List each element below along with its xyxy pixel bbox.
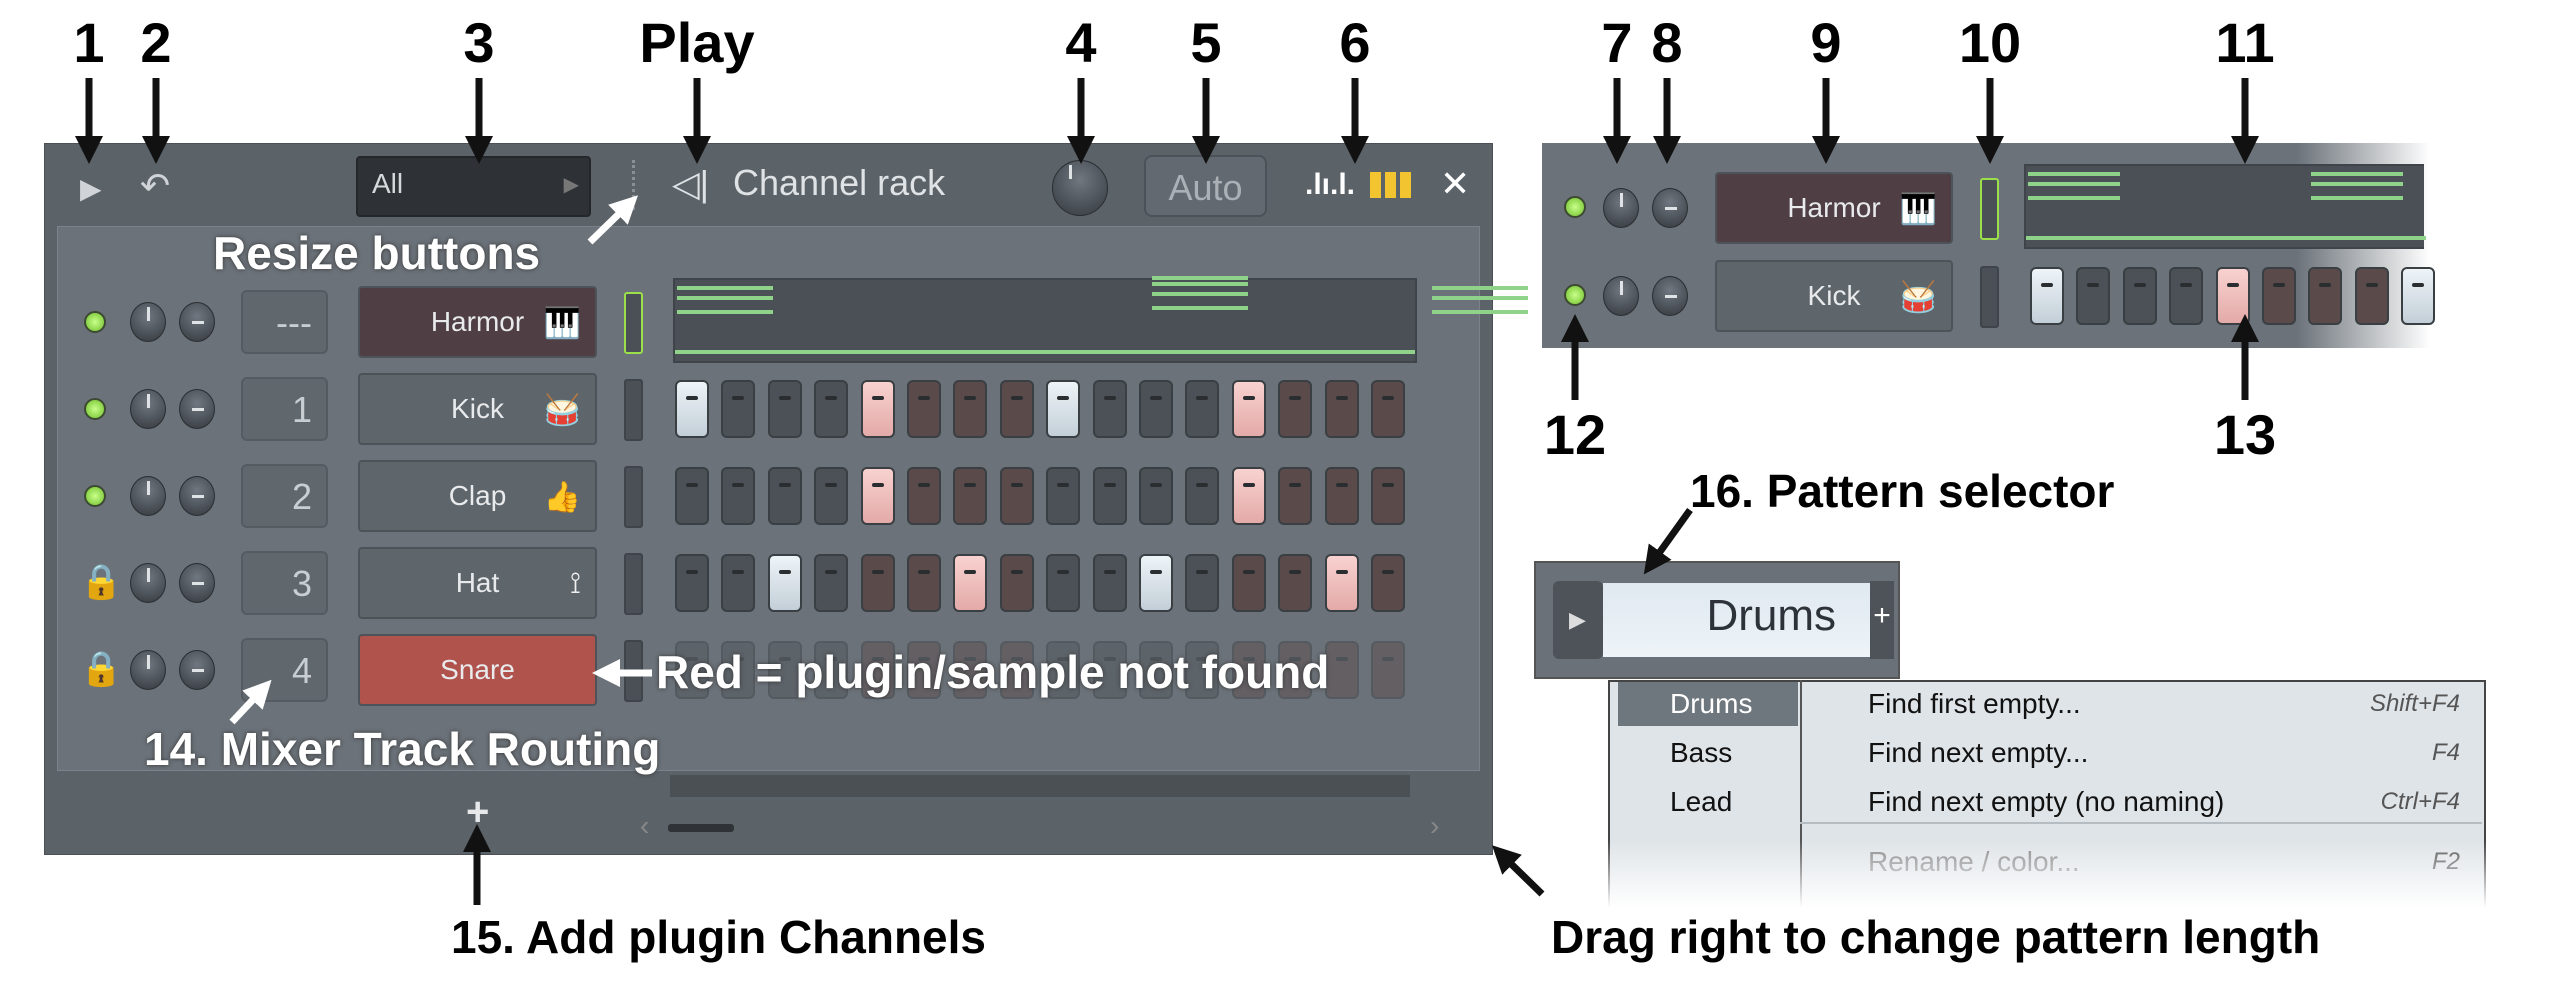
label-7: 7 xyxy=(1601,11,1633,74)
label-12: 12 xyxy=(1543,403,1607,466)
label-play: Play xyxy=(639,11,755,74)
label-8: 8 xyxy=(1651,11,1683,74)
add-channels-note: 15. Add plugin Channels xyxy=(451,911,986,963)
annotation-arrow xyxy=(587,195,639,245)
label-2: 2 xyxy=(140,11,172,74)
label-4: 4 xyxy=(1065,11,1097,74)
annotation-arrow xyxy=(1491,845,1545,897)
pattern-selector-note: 16. Pattern selector xyxy=(1690,465,2115,517)
pattern-length-note: Drag right to change pattern length xyxy=(1551,911,2321,963)
label-6: 6 xyxy=(1339,11,1371,74)
label-1: 1 xyxy=(73,11,105,74)
annotation-arrows xyxy=(75,78,2259,905)
label-9: 9 xyxy=(1810,11,1842,74)
label-3: 3 xyxy=(463,11,495,74)
label-13: 13 xyxy=(2213,403,2277,466)
label-5: 5 xyxy=(1190,11,1222,74)
label-11: 11 xyxy=(2215,11,2275,74)
label-10: 10 xyxy=(1958,11,2022,74)
annotation-arrow xyxy=(1643,507,1693,575)
annotation-arrow xyxy=(229,679,272,725)
mixer-routing-note: 14. Mixer Track Routing xyxy=(144,723,661,775)
missing-plugin-note: Red = plugin/sample not found xyxy=(656,646,1330,698)
resize-buttons-note: Resize buttons xyxy=(213,227,541,279)
